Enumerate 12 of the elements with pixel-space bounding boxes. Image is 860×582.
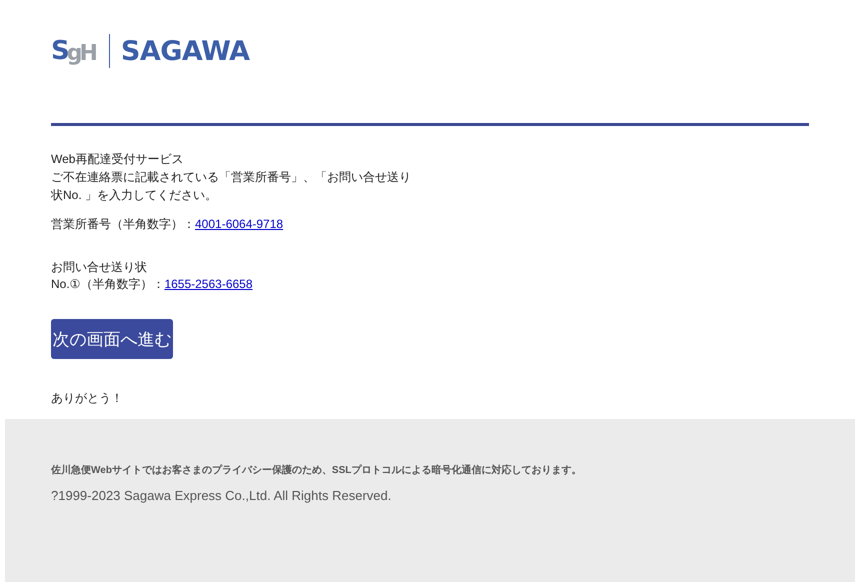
number-link[interactable]: 4001-6064-9718	[195, 217, 284, 231]
instruction-text: ご不在連絡票に記載されている「営業所番号」、「お問い合せ送り状No. 」を入力してください。	[51, 169, 412, 204]
thanks-text: ありがとう！	[51, 390, 124, 407]
service-title: Web再配達受付サービス	[51, 151, 184, 168]
field-label: 営業所番号（半角数字）：	[51, 217, 195, 231]
logo-text: SAGAWA	[120, 36, 250, 66]
logo-mark: SgH	[51, 36, 95, 66]
copyright-text: ?1999-2023 Sagawa Express Co.,Ltd. All Rights Reserved.	[51, 488, 392, 503]
next-button[interactable]: 次の画面へ進む	[51, 319, 173, 359]
number-link[interactable]: 1655-2563-6658	[164, 277, 253, 291]
privacy-notice: 佐川急便Webサイトではお客さまのプライバシー保護のため、SSLプロトコルによる暗号化通信に対応しております。	[51, 463, 582, 477]
field-label: お問い合せ送り状 No.①（半角数字）：	[51, 260, 164, 291]
